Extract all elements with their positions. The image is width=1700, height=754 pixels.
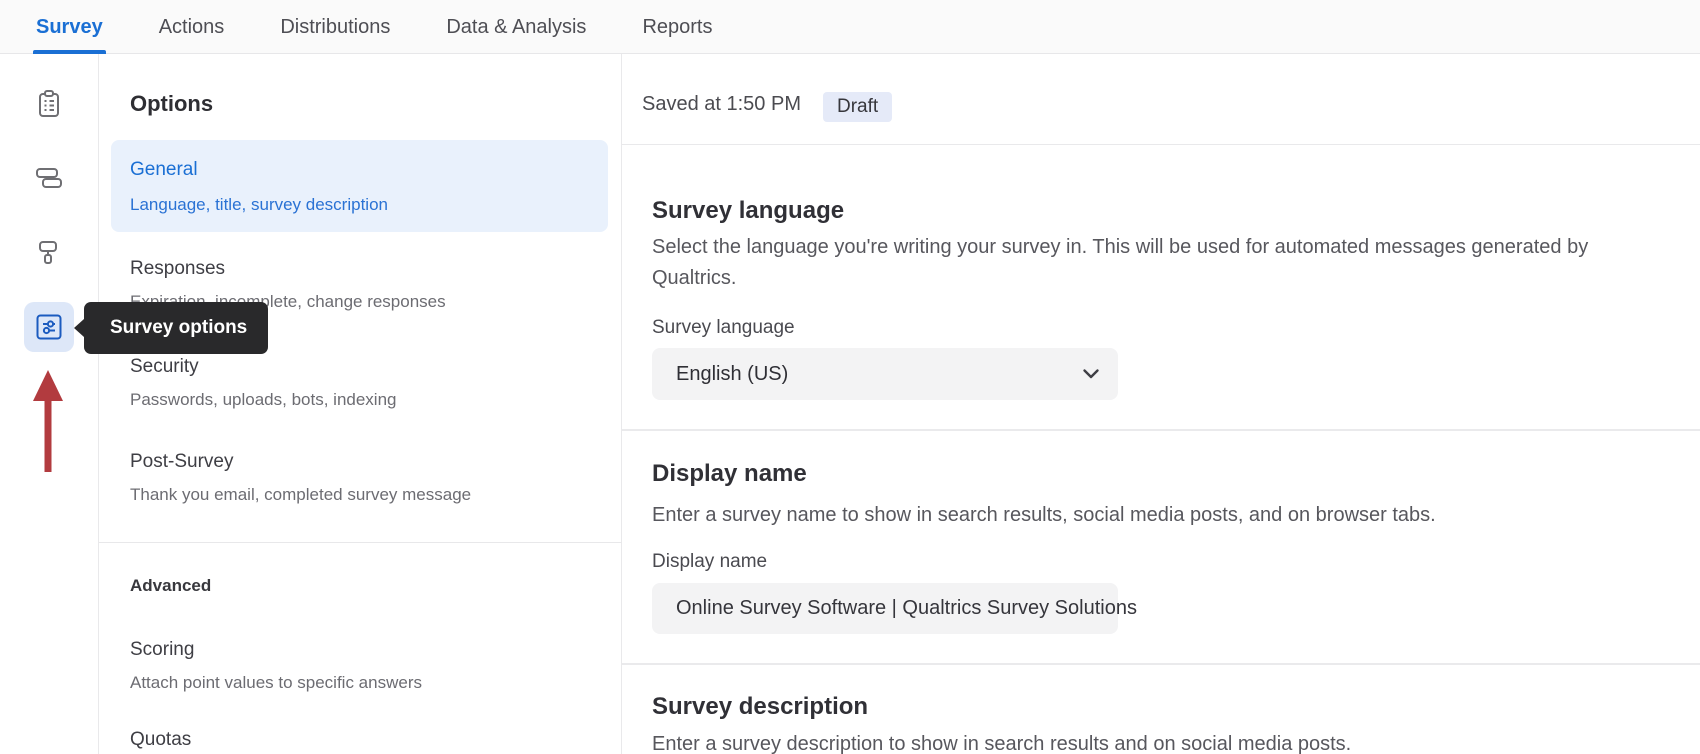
section-divider [622,663,1700,665]
survey-description-description: Enter a survey description to show in se… [652,729,1612,754]
survey-builder-icon[interactable] [25,80,73,128]
options-panel: Options General Language, title, survey … [99,54,622,754]
survey-description-heading: Survey description [652,693,868,721]
chevron-down-icon [1080,363,1102,385]
option-title: Scoring [130,639,422,661]
survey-options-icon[interactable] [24,302,74,352]
survey-language-select[interactable]: English (US) [652,348,1118,400]
option-subtitle: Language, title, survey description [130,195,388,215]
saved-status: Saved at 1:50 PM [642,93,801,116]
option-item-scoring[interactable]: Scoring Attach point values to specific … [130,639,422,693]
survey-language-field-label: Survey language [652,317,795,339]
status-badge: Draft [823,92,892,122]
survey-language-description: Select the language you're writing your … [652,232,1612,294]
sliders-icon [34,312,64,342]
options-section-divider [99,542,622,543]
top-navigation: Survey Actions Distributions Data & Anal… [0,0,1700,54]
annotation-arrow-up [30,368,66,472]
tab-data-analysis[interactable]: Data & Analysis [446,0,586,54]
selected-language-value: English (US) [652,363,788,386]
advanced-section-label: Advanced [130,576,211,596]
blocks-icon [34,162,64,192]
option-title: Responses [130,258,446,280]
header-divider [622,144,1700,145]
option-title: General [130,159,198,181]
general-settings-panel: Saved at 1:50 PM Draft Survey language S… [622,54,1700,754]
option-title: Security [130,356,397,378]
tab-reports[interactable]: Reports [642,0,712,54]
survey-options-tooltip: Survey options [84,302,268,354]
option-subtitle: Passwords, uploads, bots, indexing [130,390,397,410]
display-name-input[interactable]: Online Survey Software | Qualtrics Surve… [652,583,1118,634]
option-item-quotas[interactable]: Quotas [130,729,191,751]
tab-distributions[interactable]: Distributions [280,0,390,54]
look-and-feel-icon[interactable] [25,228,73,276]
option-item-post-survey[interactable]: Post-Survey Thank you email, completed s… [130,451,471,505]
display-name-value: Online Survey Software | Qualtrics Surve… [652,597,1137,620]
survey-language-heading: Survey language [652,197,844,225]
survey-flow-icon[interactable] [25,153,73,201]
display-name-field-label: Display name [652,551,767,573]
option-title: Post-Survey [130,451,471,473]
section-divider [622,429,1700,431]
tooltip-label: Survey options [110,317,247,339]
display-name-description: Enter a survey name to show in search re… [652,500,1612,531]
display-name-heading: Display name [652,460,807,488]
clipboard-icon [34,89,64,119]
option-subtitle: Attach point values to specific answers [130,673,422,693]
tab-actions[interactable]: Actions [159,0,225,54]
option-subtitle: Thank you email, completed survey messag… [130,485,471,505]
option-title: Quotas [130,729,191,751]
options-panel-title: Options [130,91,213,117]
paint-roller-icon [34,237,64,267]
option-item-security[interactable]: Security Passwords, uploads, bots, index… [130,356,397,410]
tab-survey[interactable]: Survey [36,0,103,54]
option-item-general[interactable]: General Language, title, survey descript… [111,140,608,232]
